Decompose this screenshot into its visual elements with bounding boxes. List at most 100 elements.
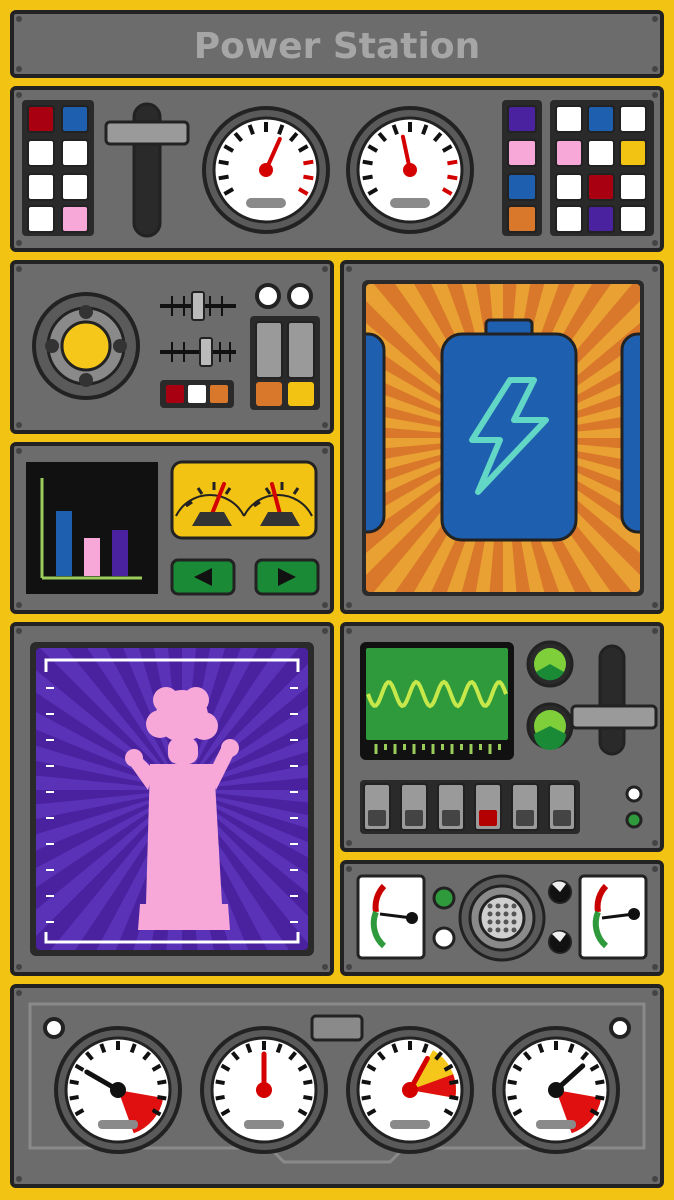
toggle-switch[interactable] [363,783,391,831]
rocker-switch[interactable] [287,321,315,379]
gauge-label-plate [390,1120,430,1129]
white-button[interactable] [619,105,647,133]
white-button[interactable] [555,105,583,133]
speaker-hole [503,903,509,909]
speaker-hole [503,911,509,917]
pink-button[interactable] [61,205,89,233]
chart-bar [84,538,100,576]
red-button[interactable] [166,385,184,403]
gauge-tick [157,1079,167,1086]
red-button[interactable] [27,105,55,133]
white-button[interactable] [27,139,55,167]
arrow-left-button[interactable] [170,558,236,596]
white-button[interactable] [619,173,647,201]
toggle-switch[interactable] [474,783,502,831]
screw [16,990,22,996]
white-button[interactable] [61,139,89,167]
screw [652,240,658,246]
white-button[interactable] [587,139,615,167]
screw [346,964,352,970]
white-button[interactable] [27,205,55,233]
screw [652,840,658,846]
white-button[interactable] [188,385,206,403]
lever-handle[interactable] [104,120,190,146]
indicator-light [432,926,456,950]
red-button[interactable] [587,173,615,201]
meter-panel [340,860,664,976]
green-knob-top[interactable] [526,640,574,688]
lever-handle[interactable] [570,704,658,730]
indicator-light [287,283,313,309]
tri-button-strip [160,380,234,408]
switch-panel [10,260,334,434]
yellow-button[interactable] [619,139,647,167]
yellow-dial-cap [60,320,112,372]
toggle-lamp [368,810,386,826]
gauge-tick [215,1094,225,1101]
right-color-buttons [550,100,654,236]
screw [322,628,328,634]
screw [652,16,658,22]
indicator-light [625,785,643,803]
blue-button[interactable] [507,173,537,201]
rocker-switches [250,316,320,410]
speaker-hole [511,911,517,917]
screw [16,66,22,72]
yellow-dual-gauge [170,460,318,540]
gauge-tick [303,1079,313,1086]
toggle-lamp [553,810,571,826]
meter-hub [628,908,640,920]
blue-button[interactable] [587,105,615,133]
purple-button[interactable] [587,205,615,233]
pink-button[interactable] [555,139,583,167]
gauge-tick [449,1079,459,1086]
white-button[interactable] [555,205,583,233]
gauge-tick [218,159,229,166]
fader-knob[interactable] [199,337,213,367]
orange-button[interactable] [507,205,537,233]
indicator-light [432,886,456,910]
dial-bolt [79,305,93,319]
screw [322,602,328,608]
toggle-switch[interactable] [548,783,576,831]
screw [652,990,658,996]
white-button[interactable] [61,173,89,201]
toggle-switch[interactable] [437,783,465,831]
gauge-label-plate [536,1120,576,1129]
screw [652,628,658,634]
green-knob-bottom[interactable] [526,702,574,750]
gauge-label-plate [244,1120,284,1129]
screw [16,422,22,428]
gauge-tick [157,1094,167,1101]
blue-button[interactable] [61,105,89,133]
orange-button[interactable] [256,382,282,406]
dial-bolt [113,339,127,353]
white-button[interactable] [27,173,55,201]
bottom-gauge-panel [10,984,664,1188]
white-button[interactable] [619,205,647,233]
toggle-backplate [360,780,580,834]
speaker-hole [511,919,517,925]
lever-track [598,644,626,756]
orange-button[interactable] [210,385,228,403]
pink-button[interactable] [507,139,537,167]
toggle-lamp [479,810,497,826]
title-panel: Power Station [10,10,664,78]
toggle-switch[interactable] [511,783,539,831]
chart-panel [10,442,334,614]
gauge-tick [362,159,373,166]
arrow-right-button[interactable] [254,558,320,596]
white-button[interactable] [555,173,583,201]
toggle-switch[interactable] [400,783,428,831]
yellow-dial[interactable] [32,292,140,400]
yellow-button[interactable] [288,382,314,406]
gauge-label-plate [246,198,286,208]
screw [16,92,22,98]
battery-lightning-icon [440,318,578,542]
rocker-switch[interactable] [255,321,283,379]
purple-button[interactable] [507,105,537,133]
chart-bar [56,511,72,576]
gauge-label-plate [98,1120,138,1129]
dial-bolt [79,373,93,387]
fader-knob[interactable] [191,291,205,321]
